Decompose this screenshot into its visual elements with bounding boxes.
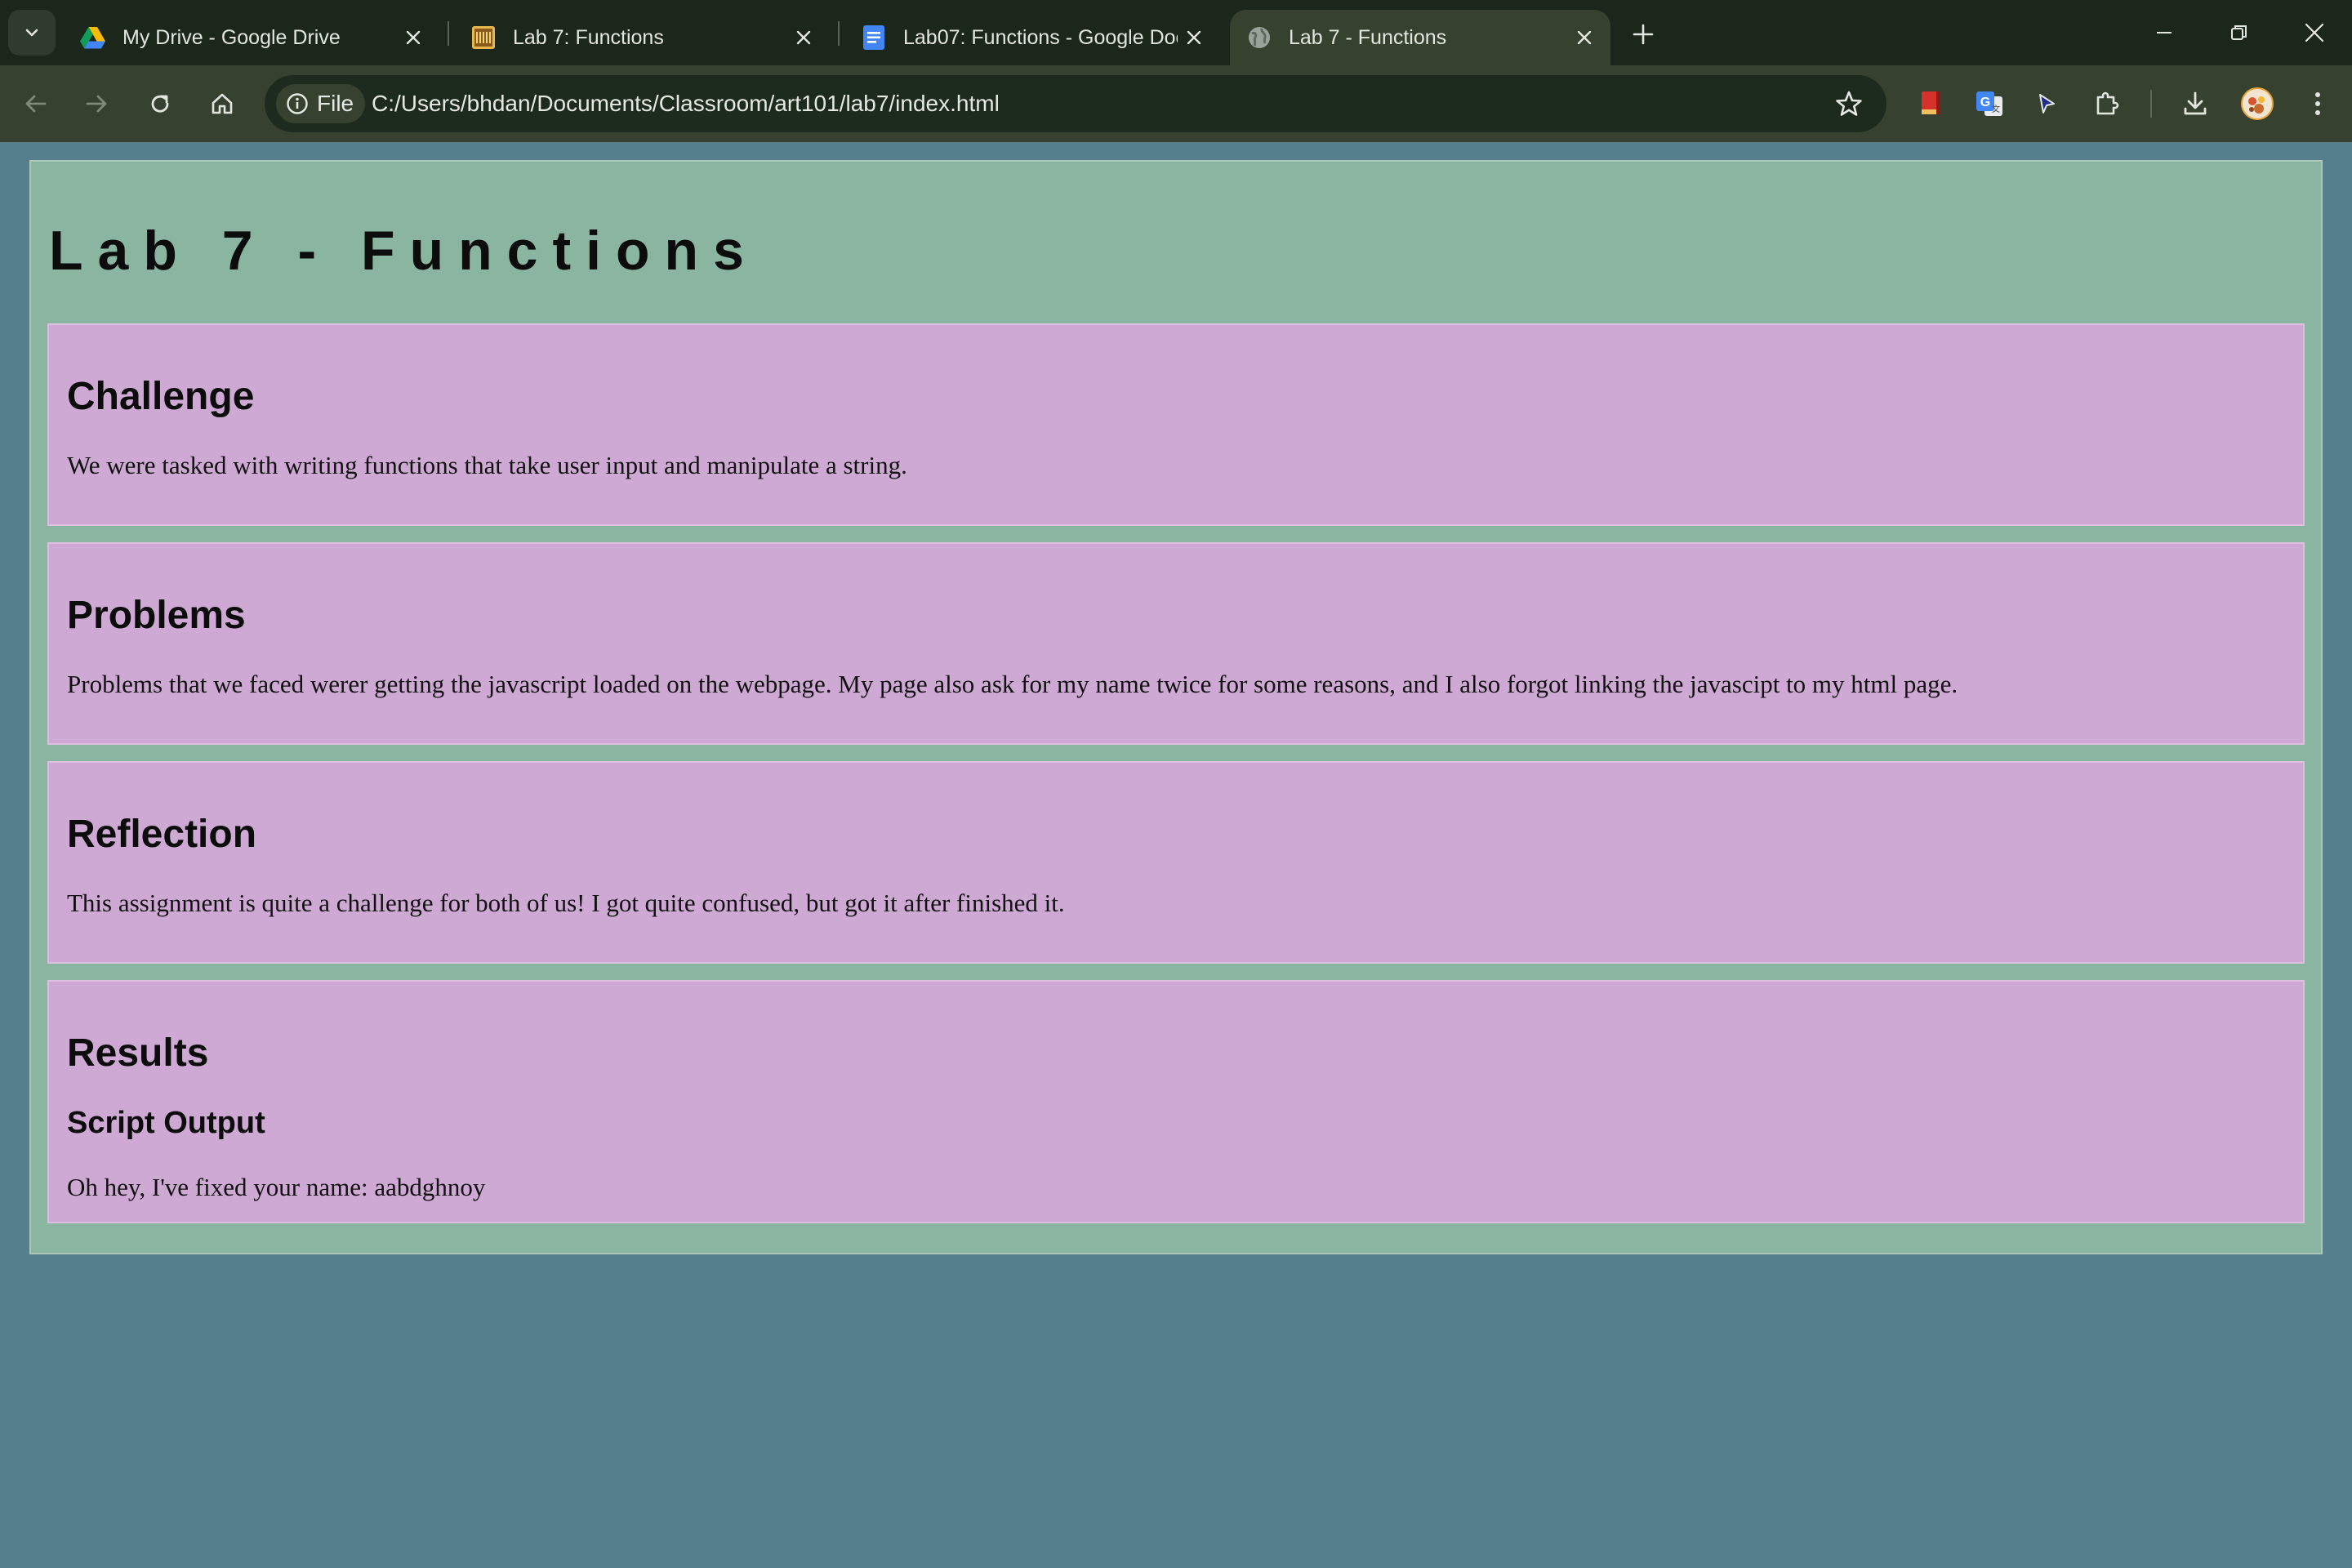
translate-icon: G 文 — [1976, 91, 2002, 116]
tab-separator — [448, 21, 449, 46]
section-reflection: Reflection This assignment is quite a ch… — [47, 761, 2305, 964]
section-challenge: Challenge We were tasked with writing fu… — [47, 323, 2305, 526]
script-output-text: Oh hey, I've fixed your name: aabdghnoy — [67, 1173, 486, 1201]
extension-button-bookmark[interactable] — [1913, 86, 1949, 122]
reload-button[interactable] — [139, 82, 181, 125]
extension-button-cursor[interactable] — [2029, 86, 2065, 122]
google-drive-icon — [80, 24, 106, 51]
profile-button[interactable] — [2239, 86, 2275, 122]
tab-my-drive[interactable]: My Drive - Google Drive — [64, 10, 439, 65]
url-text[interactable]: C:/Users/bhdan/Documents/Classroom/art10… — [372, 75, 1000, 132]
google-docs-icon — [861, 24, 887, 51]
extension-button-translate[interactable]: G 文 — [1971, 86, 2007, 122]
main-container: Lab 7 - Functions Challenge We were task… — [29, 160, 2323, 1254]
section-subheading: Script Output — [67, 1106, 265, 1140]
restore-icon — [2231, 25, 2247, 40]
section-heading: Reflection — [67, 813, 257, 856]
page-viewport: Lab 7 - Functions Challenge We were task… — [0, 142, 2352, 1568]
puzzle-icon — [2096, 91, 2119, 115]
section-text: This assignment is quite a challenge for… — [67, 889, 1065, 917]
tab-lab7-functions[interactable]: Lab 7: Functions — [454, 10, 830, 65]
svg-text:文: 文 — [1992, 104, 2000, 114]
close-icon[interactable] — [397, 21, 430, 54]
section-text: Problems that we faced werer getting the… — [67, 670, 1958, 698]
minimize-button[interactable] — [2132, 8, 2197, 57]
avatar — [2241, 87, 2274, 120]
address-bar[interactable]: File C:/Users/bhdan/Documents/Classroom/… — [265, 75, 1886, 132]
close-icon[interactable] — [1568, 21, 1601, 54]
globe-icon — [1246, 24, 1272, 51]
tab-title: Lab 7: Functions — [513, 25, 664, 49]
tab-search-button[interactable] — [8, 10, 56, 56]
reload-icon — [151, 95, 169, 113]
section-text: We were tasked with writing functions th… — [67, 451, 907, 479]
forward-button[interactable] — [75, 82, 118, 125]
minimize-icon — [2157, 32, 2172, 33]
restore-button[interactable] — [2207, 8, 2272, 57]
home-button[interactable] — [201, 82, 243, 125]
scheme-label: File — [317, 91, 354, 116]
svg-text:G: G — [1980, 96, 1990, 109]
red-book-icon — [1922, 91, 1940, 114]
tab-separator — [838, 21, 840, 46]
back-button[interactable] — [15, 82, 57, 125]
more-vertical-icon — [2315, 92, 2320, 115]
tab-bar: My Drive - Google Drive Lab 7: Functions — [0, 0, 2352, 65]
tab-google-docs[interactable]: Lab07: Functions - Google Docs — [844, 10, 1220, 65]
close-icon — [2305, 23, 2324, 42]
tab-title: Lab 7 - Functions — [1289, 25, 1447, 49]
close-window-button[interactable] — [2282, 8, 2347, 57]
toolbar-divider — [2150, 90, 2152, 118]
bookmark-button[interactable] — [1833, 87, 1865, 120]
sign-favicon-icon — [470, 24, 497, 51]
home-icon — [212, 93, 233, 114]
downloads-button[interactable] — [2177, 86, 2213, 122]
chevron-down-icon — [25, 29, 38, 37]
download-icon — [2184, 91, 2207, 115]
tab-title: Lab07: Functions - Google Docs — [903, 25, 1178, 49]
arrow-right-icon — [86, 95, 107, 113]
section-heading: Problems — [67, 594, 246, 637]
browser-menu-button[interactable] — [2300, 86, 2336, 122]
plus-icon — [1633, 24, 1654, 45]
close-icon[interactable] — [1178, 21, 1210, 54]
extensions-menu-button[interactable] — [2089, 86, 2125, 122]
arrow-left-icon — [25, 95, 47, 113]
page-title: Lab 7 - Functions — [49, 220, 759, 282]
tab-title: My Drive - Google Drive — [122, 25, 341, 49]
section-heading: Challenge — [67, 375, 255, 418]
browser-toolbar: File C:/Users/bhdan/Documents/Classroom/… — [0, 65, 2352, 142]
site-info-chip[interactable]: File — [276, 84, 366, 123]
section-heading: Results — [67, 1031, 209, 1075]
section-results: Results Script Output Oh hey, I've fixed… — [47, 980, 2305, 1223]
star-icon — [1836, 91, 1862, 116]
info-icon — [286, 92, 309, 115]
tab-lab7-functions-active[interactable]: Lab 7 - Functions — [1230, 10, 1610, 65]
section-problems: Problems Problems that we faced werer ge… — [47, 542, 2305, 745]
new-tab-button[interactable] — [1625, 16, 1661, 52]
close-icon[interactable] — [787, 21, 820, 54]
cursor-arrow-icon — [2039, 94, 2055, 114]
